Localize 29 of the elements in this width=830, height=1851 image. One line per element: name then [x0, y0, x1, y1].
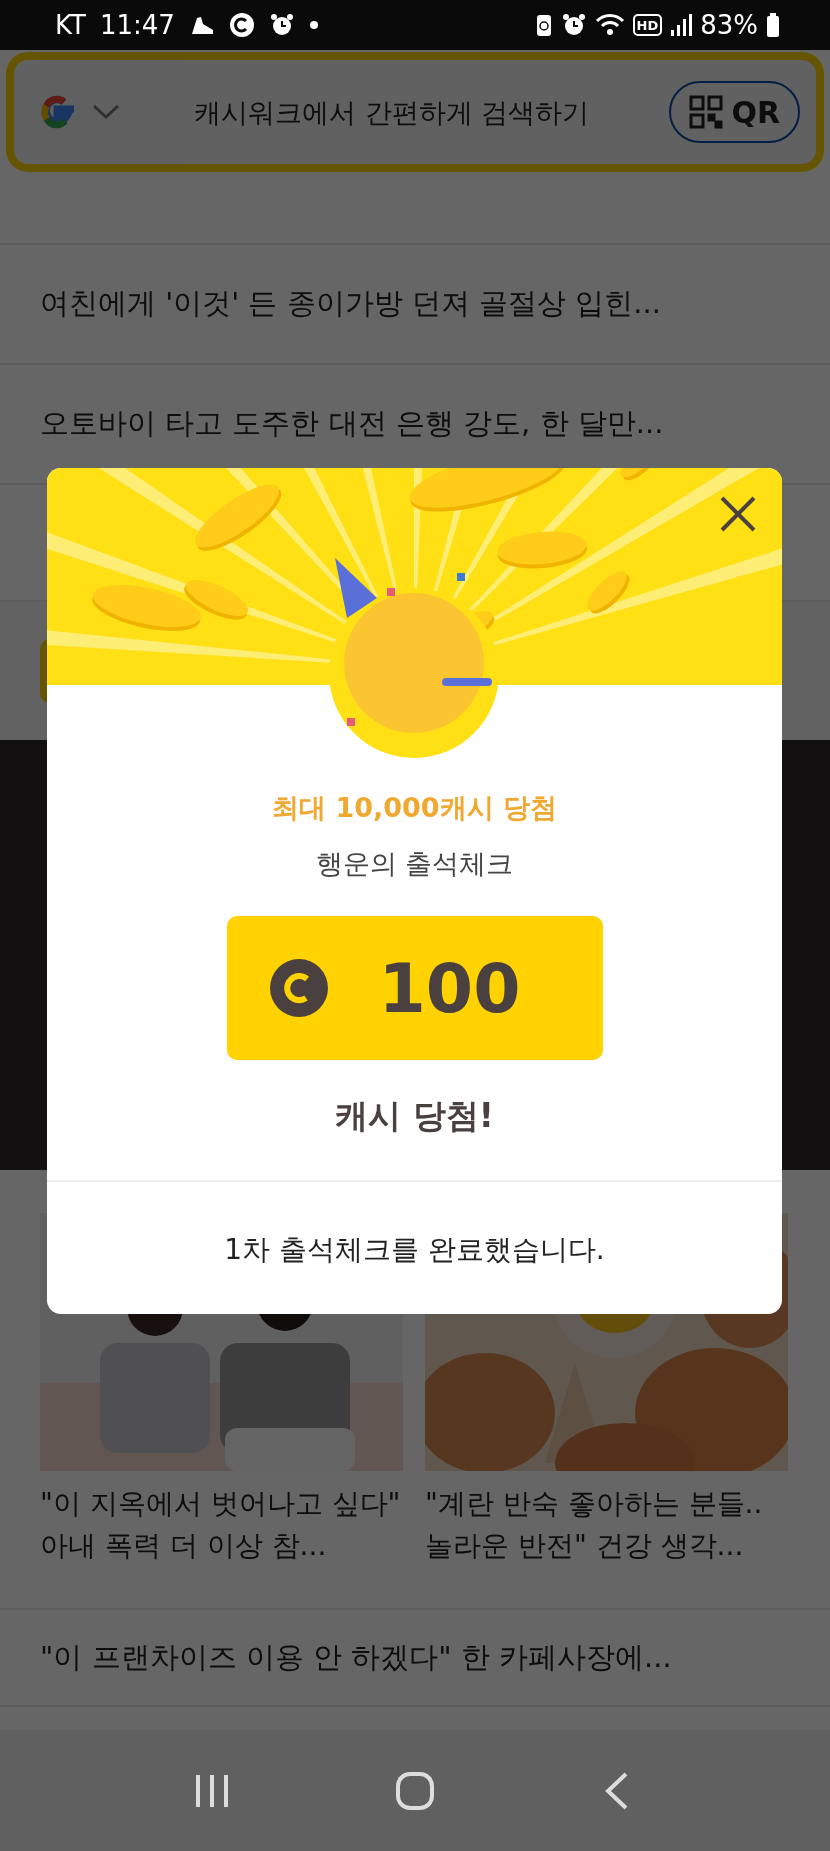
result-text: 캐시 당첨! [334, 1096, 495, 1136]
notification-dot-icon [308, 20, 319, 30]
carrier-name: KT [55, 10, 86, 40]
article-title[interactable]: "이 지옥에서 벗어나고 싶다" 아내 폭력 더 이상 참... [40, 1483, 405, 1567]
headline-link[interactable]: 여친에게 '이것' 든 종이가방 던져 골절상 입힌... [40, 284, 661, 324]
c-coin-icon [228, 12, 255, 38]
battery-percent: 83% [700, 10, 758, 40]
home-icon[interactable] [395, 1770, 435, 1811]
close-icon [718, 494, 758, 534]
headline-link[interactable]: "이 프랜차이즈 이용 안 하겠다" 한 카페사장에... [40, 1637, 672, 1678]
qr-button[interactable]: QR [669, 81, 800, 143]
c-coin-icon [268, 958, 329, 1018]
alarm-clock-icon [268, 12, 295, 38]
reward-amount: 100 [378, 948, 521, 1028]
battery-saver-icon [534, 12, 553, 38]
completion-message: 1차 출석체크를 완료했습니다. [223, 1232, 606, 1268]
modal-title: 행운의 출석체크 [314, 847, 515, 881]
signal-icon [670, 13, 693, 37]
prize-subtitle: 최대 10,000캐시 당첨 [271, 791, 558, 825]
headline-link[interactable]: 오토바이 타고 도주한 대전 은행 강도, 한 달만... [40, 404, 664, 444]
alarm-clock-icon [560, 12, 587, 38]
clock-time: 11:47 [99, 10, 175, 40]
close-button[interactable] [718, 494, 758, 534]
qr-code-icon [689, 95, 724, 129]
search-field[interactable]: 캐시워크에서 간편하게 검색하기 [184, 96, 670, 128]
battery-icon [766, 12, 780, 38]
hd-voice-icon: HD [632, 14, 663, 36]
wifi-icon [594, 12, 625, 38]
article-title[interactable]: "계란 반숙 좋아하는 분들..놀라운 반전" 건강 생각... [425, 1483, 790, 1567]
